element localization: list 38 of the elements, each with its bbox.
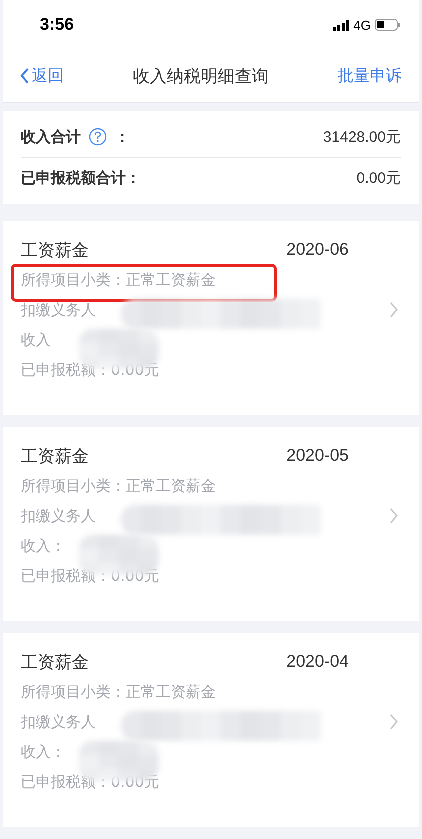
payer-label: 扣缴义务人 (21, 713, 96, 731)
help-icon[interactable] (89, 128, 107, 146)
record-subtype: 所得项目小类：正常工资薪金 (21, 683, 216, 701)
battery-icon (375, 19, 401, 31)
tax-label: 已申报税额：0.00元 (21, 773, 160, 791)
chevron-icon (389, 507, 399, 525)
status-time: 3:56 (40, 15, 74, 35)
record-title: 工资薪金 (21, 652, 89, 674)
record-period: 2020-04 (286, 652, 349, 672)
income-label: 收入： (21, 743, 66, 761)
record-card[interactable]: 工资薪金 2020-06 所得项目小类：正常工资薪金 扣缴义务人 收入 已申报税额：0.00元 (3, 221, 419, 415)
record-title: 工资薪金 (21, 446, 89, 468)
record-period: 2020-06 (286, 240, 349, 260)
back-chevron-icon (20, 67, 30, 85)
record-card[interactable]: 工资薪金 2020-05 所得项目小类：正常工资薪金 扣缴义务人 收入： 已申报税额：0.00元 (3, 427, 419, 621)
tax-label: 已申报税额：0.00元 (21, 567, 160, 585)
chevron-icon (389, 713, 399, 731)
back-button[interactable]: 返回 (20, 66, 64, 86)
record-title: 工资薪金 (21, 240, 89, 262)
record-subtype: 所得项目小类：正常工资薪金 (21, 477, 216, 495)
income-label: 收入 (21, 331, 51, 349)
summary-label: 已申报税额合计： (21, 168, 141, 188)
record-period: 2020-05 (286, 446, 349, 466)
payer-label: 扣缴义务人 (21, 507, 96, 525)
network-label: 4G (354, 18, 371, 32)
payer-label: 扣缴义务人 (21, 301, 96, 319)
record-card[interactable]: 工资薪金 2020-04 所得项目小类：正常工资薪金 扣缴义务人 收入： 已申报税额：0.00元 (3, 633, 419, 827)
signal-icon (332, 20, 350, 30)
income-label: 收入： (21, 537, 66, 555)
colon-label: ： (115, 128, 130, 146)
summary-label: 收入合计 (21, 128, 81, 146)
summary-value: 31428.00元 (323, 128, 401, 146)
chevron-icon (389, 301, 399, 319)
record-subtype: 所得项目小类：正常工资薪金 (21, 271, 216, 289)
tax-label: 已申报税额：0.00元 (21, 361, 160, 379)
page-title: 收入纳税明细查询 (133, 66, 269, 88)
summary-value: 0.00元 (356, 168, 401, 188)
batch-appeal-button[interactable]: 批量申诉 (338, 66, 402, 86)
